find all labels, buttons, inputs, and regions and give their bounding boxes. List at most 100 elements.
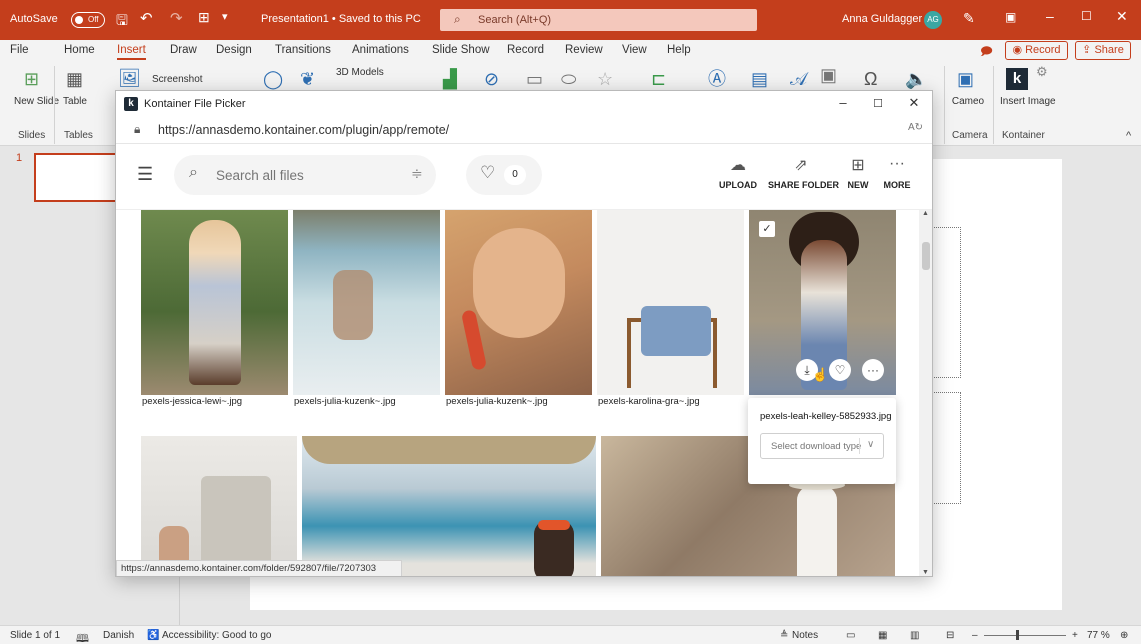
smartart-icon[interactable]: ▟: [443, 70, 457, 88]
date-time-icon[interactable]: ▣: [820, 66, 837, 84]
comments-icon[interactable]: 🗩: [980, 44, 993, 63]
3d-models-button[interactable]: 3D Models: [336, 67, 384, 78]
textbox-arrow-icon[interactable]: ⊏: [651, 70, 666, 88]
textbox-icon[interactable]: Ⓐ: [708, 70, 726, 88]
file-name[interactable]: pexels-julia-kuzenk~.jpg: [294, 396, 396, 407]
zoom-slider-thumb[interactable]: [1016, 630, 1019, 640]
slide-thumbnail[interactable]: [34, 153, 124, 202]
normal-view-icon[interactable]: ▭: [846, 630, 855, 641]
share-folder-button[interactable]: ⇗ SHARE FOLDER: [768, 155, 839, 190]
upload-button[interactable]: ☁ UPLOAD: [718, 155, 758, 190]
select-checkbox[interactable]: ✓: [759, 221, 775, 237]
download-type-select[interactable]: Select download type ∨: [760, 433, 884, 459]
save-icon[interactable]: 🖫: [116, 10, 128, 34]
file-name[interactable]: pexels-karolina-gra~.jpg: [598, 396, 700, 407]
more-button[interactable]: ··· MORE: [880, 155, 914, 190]
file-thumbnail[interactable]: [293, 210, 440, 395]
tab-design[interactable]: Design: [216, 44, 252, 56]
shapes-icon[interactable]: ◯: [263, 70, 283, 88]
accessibility-icon[interactable]: ♿: [147, 630, 159, 641]
spellcheck-icon[interactable]: 🕮: [76, 630, 89, 644]
file-thumbnail[interactable]: [445, 210, 592, 395]
url-text[interactable]: https://annasdemo.kontainer.com/plugin/a…: [158, 123, 449, 137]
notes-button[interactable]: Notes: [792, 630, 818, 641]
tab-slide-show[interactable]: Slide Show: [432, 44, 490, 56]
file-thumbnail[interactable]: [597, 210, 744, 395]
filter-icon[interactable]: ≑: [411, 165, 423, 182]
scrollbar-thumb[interactable]: [922, 242, 930, 270]
cameo-icon[interactable]: ▣: [957, 70, 974, 88]
table-icon[interactable]: ▦: [66, 70, 83, 88]
file-name[interactable]: pexels-julia-kuzenk~.jpg: [446, 396, 548, 407]
table-button[interactable]: Table: [60, 96, 90, 107]
customize-qat-icon[interactable]: ▾: [222, 10, 228, 23]
comment-icon[interactable]: ▭: [526, 70, 543, 88]
minimize-icon[interactable]: –: [1046, 8, 1054, 24]
close-icon[interactable]: ✕: [904, 95, 924, 113]
tab-view[interactable]: View: [622, 44, 647, 56]
header-footer-icon[interactable]: ▤: [751, 70, 768, 88]
chevron-down-icon[interactable]: ∨: [867, 439, 874, 450]
tab-review[interactable]: Review: [565, 44, 603, 56]
new-slide-button[interactable]: New Slide: [14, 96, 59, 107]
tab-file[interactable]: File: [10, 44, 29, 56]
tab-draw[interactable]: Draw: [170, 44, 197, 56]
scroll-up-icon[interactable]: ▲: [922, 210, 929, 217]
file-thumbnail[interactable]: [141, 436, 297, 576]
new-slide-icon[interactable]: ⊞: [24, 70, 39, 88]
fit-slide-icon[interactable]: ⊕: [1120, 630, 1128, 641]
maximize-icon[interactable]: ☐: [868, 97, 888, 115]
minimize-icon[interactable]: –: [833, 95, 853, 113]
icons-icon[interactable]: ❦: [300, 70, 315, 88]
slideshow-icon[interactable]: ⊟: [946, 630, 954, 641]
ribbon-display-icon[interactable]: ▣: [1005, 10, 1016, 24]
link-icon[interactable]: ⊘: [484, 70, 499, 88]
avatar[interactable]: AG: [924, 11, 942, 29]
more-options-icon[interactable]: ···: [862, 359, 884, 381]
symbol-icon[interactable]: Ω: [864, 70, 877, 88]
tab-help[interactable]: Help: [667, 44, 691, 56]
star-icon[interactable]: ☆: [597, 70, 613, 88]
notes-icon[interactable]: ≜: [780, 630, 788, 641]
menu-icon[interactable]: ☰: [137, 164, 153, 185]
zoom-in-icon[interactable]: +: [1072, 630, 1078, 641]
wordart-icon[interactable]: 𝒜: [790, 70, 807, 88]
reading-view-icon[interactable]: ▥: [910, 630, 919, 641]
tab-animations[interactable]: Animations: [352, 44, 409, 56]
zoom-out-icon[interactable]: –: [972, 630, 978, 641]
insert-image-button[interactable]: Insert Image: [1000, 96, 1056, 107]
scroll-down-icon[interactable]: ▼: [922, 569, 929, 576]
language[interactable]: Danish: [103, 630, 134, 641]
zoom-level[interactable]: 77 %: [1087, 630, 1110, 641]
share-button[interactable]: ⇪ Share: [1075, 41, 1131, 60]
file-name[interactable]: pexels-jessica-lewi~.jpg: [142, 396, 242, 407]
action-icon[interactable]: ⬭: [561, 70, 576, 88]
file-thumbnail[interactable]: [302, 436, 596, 576]
slide-sorter-icon[interactable]: ▦: [878, 630, 887, 641]
kontainer-logo-icon[interactable]: k: [1006, 68, 1028, 90]
read-aloud-icon[interactable]: A↻: [908, 122, 923, 133]
undo-icon[interactable]: ↶: [140, 9, 153, 27]
tab-insert[interactable]: Insert: [117, 44, 146, 60]
zoom-slider[interactable]: [984, 635, 1066, 636]
favorites-button[interactable]: ♡ 0: [466, 155, 542, 195]
record-button[interactable]: ◉ Record: [1005, 41, 1068, 60]
screenshot-button[interactable]: Screenshot: [152, 74, 203, 85]
search-input[interactable]: [216, 166, 396, 184]
cameo-button[interactable]: Cameo: [948, 96, 988, 107]
close-icon[interactable]: ✕: [1116, 8, 1128, 25]
favorite-heart-icon[interactable]: ♡: [829, 359, 851, 381]
file-thumbnail[interactable]: [141, 210, 288, 395]
redo-icon[interactable]: ↷: [170, 9, 183, 27]
search-bar[interactable]: ⌕ ≑: [174, 155, 436, 195]
settings-gear-icon[interactable]: ⚙: [1036, 64, 1048, 80]
maximize-icon[interactable]: ☐: [1081, 9, 1092, 23]
collapse-ribbon-icon[interactable]: ^: [1126, 130, 1131, 142]
autosave-toggle[interactable]: Off: [71, 12, 105, 28]
present-icon[interactable]: ⊞: [198, 9, 210, 26]
tab-home[interactable]: Home: [64, 44, 95, 56]
designer-pen-icon[interactable]: ✎: [963, 10, 975, 27]
audio-icon[interactable]: 🔈: [905, 70, 927, 88]
new-button[interactable]: ⊞ NEW: [844, 155, 872, 190]
search-box[interactable]: ⌕ Search (Alt+Q): [440, 9, 757, 31]
